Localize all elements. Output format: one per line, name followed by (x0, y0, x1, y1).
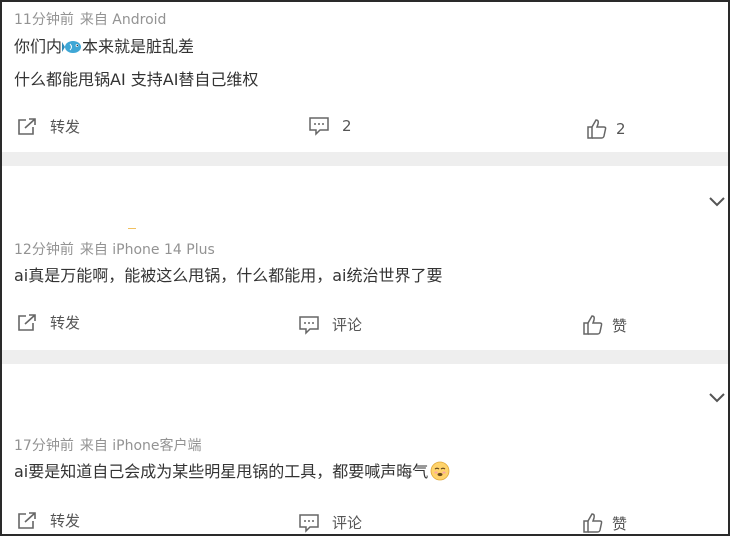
comment-time: 11分钟前 (14, 12, 74, 28)
comment-card: 12分钟前 来自 iPhone 14 Plus ai真是万能啊，能被这么甩锅，什么… (2, 166, 728, 350)
comment-text-line: 什么都能甩锅AI 支持AI替自己维权 (14, 70, 259, 89)
like-count: 2 (616, 120, 626, 138)
comment-count: 2 (342, 117, 352, 135)
chevron-down-icon[interactable] (708, 390, 726, 404)
like-button[interactable]: 2 (586, 118, 626, 140)
comment-source: 来自 Android (79, 12, 167, 28)
thumbs-up-icon (582, 314, 604, 336)
comment-source: 来自 iPhone 14 Plus (79, 242, 215, 258)
comment-label: 评论 (332, 514, 363, 532)
chevron-down-icon[interactable] (708, 194, 726, 208)
comment-card: 11分钟前 来自 Android 你们内 本来就是脏乱差 什么都能甩锅AI 支持AI… (2, 2, 728, 152)
repost-label: 转发 (50, 314, 81, 332)
comment-text: ai真是万能啊，能被这么甩锅，什么都能用，ai统治世界了要 (14, 266, 443, 285)
divider-mark (128, 228, 136, 229)
comment-bubble-icon (308, 116, 330, 136)
repost-button[interactable]: 转发 (16, 312, 80, 333)
comment-time: 12分钟前 (14, 242, 74, 258)
comment-bubble-icon (298, 513, 320, 533)
comment-text-line: ai要是知道自己会成为某些明星甩锅的工具，都要喊声晦气 (14, 461, 450, 487)
like-label: 赞 (612, 514, 628, 533)
repost-label: 转发 (50, 512, 81, 530)
comment-bubble-icon (298, 315, 320, 335)
comment-button[interactable]: 评论 (298, 314, 362, 335)
sick-face-emoji-icon (430, 461, 450, 487)
comment-meta: 11分钟前 来自 Android (14, 9, 166, 29)
comment-text: ai要是知道自己会成为某些明星甩锅的工具，都要喊声晦气 (14, 462, 429, 481)
like-button[interactable]: 赞 (582, 512, 627, 534)
share-icon (16, 313, 38, 333)
comment-text-line: 你们内 本来就是脏乱差 (14, 36, 194, 62)
comment-feed: 11分钟前 来自 Android 你们内 本来就是脏乱差 什么都能甩锅AI 支持AI… (0, 0, 730, 536)
comment-label: 评论 (332, 316, 363, 334)
thumbs-up-icon (586, 118, 608, 140)
repost-label: 转发 (50, 118, 81, 136)
repost-button[interactable]: 转发 (16, 116, 80, 137)
comment-text-part: 本来就是脏乱差 (82, 37, 195, 56)
like-label: 赞 (612, 316, 628, 335)
like-button[interactable]: 赞 (582, 314, 627, 336)
comment-source: 来自 iPhone客户端 (79, 438, 202, 454)
comment-meta: 17分钟前 来自 iPhone客户端 (14, 435, 202, 455)
separator (2, 152, 728, 166)
separator (2, 350, 728, 364)
fish-emoji-icon (62, 38, 82, 62)
repost-button[interactable]: 转发 (16, 510, 80, 531)
comment-time: 17分钟前 (14, 438, 74, 454)
comment-count-button[interactable]: 2 (308, 116, 352, 136)
comment-text-part: 你们内 (14, 37, 63, 56)
thumbs-up-icon (582, 512, 604, 534)
share-icon (16, 511, 38, 531)
comment-button[interactable]: 评论 (298, 512, 362, 533)
share-icon (16, 117, 38, 137)
comment-card: 17分钟前 来自 iPhone客户端 ai要是知道自己会成为某些明星甩锅的工具，都… (2, 364, 728, 534)
comment-meta: 12分钟前 来自 iPhone 14 Plus (14, 239, 215, 259)
